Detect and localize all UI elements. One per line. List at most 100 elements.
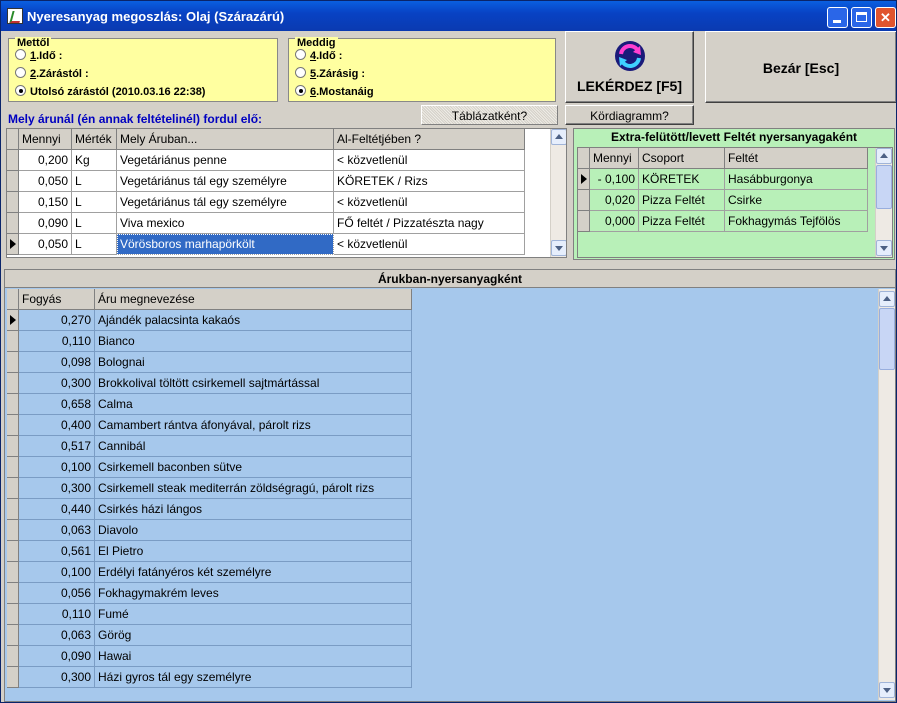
grid-cell[interactable]: 0,561 <box>19 541 95 562</box>
mettol-zarastol-radio[interactable]: 2.Zárástól : <box>15 67 89 80</box>
table-row[interactable]: - 0,100 KÖRETEK Hasábburgonya <box>578 169 868 190</box>
column-header[interactable]: Feltét <box>725 148 868 169</box>
table-row[interactable]: 0,100 Erdélyi fatányéros két személyre <box>7 562 412 583</box>
row-selector[interactable] <box>7 520 19 541</box>
grid-cell[interactable]: Camambert rántva áfonyával, párolt rizs <box>95 415 412 436</box>
table-row[interactable]: 0,200 Kg Vegetáriánus penne < közvetlenül <box>7 150 525 171</box>
grid-cell[interactable]: Görög <box>95 625 412 646</box>
grid-cell[interactable]: Vegetáriánus penne <box>117 150 334 171</box>
extra-grid-scrollbar[interactable] <box>875 148 892 257</box>
meddig-zarasig-radio[interactable]: 5.Zárásig : <box>295 67 365 80</box>
table-row[interactable]: 0,300 Csirkemell steak mediterrán zöldség… <box>7 478 412 499</box>
table-row[interactable]: 0,050 L Vegetáriánus tál egy személyre KÖRE… <box>7 171 525 192</box>
row-selector[interactable] <box>7 310 19 331</box>
grid-cell[interactable]: Hawai <box>95 646 412 667</box>
table-row[interactable]: 0,150 L Vegetáriánus tál egy személyre < kö… <box>7 192 525 213</box>
row-selector[interactable] <box>7 541 19 562</box>
row-selector[interactable] <box>7 415 19 436</box>
mettol-utolso-radio[interactable]: Utolsó zárástól (2010.03.16 22:38) <box>15 85 205 98</box>
table-row[interactable]: 0,440 Csirkés házi lángos <box>7 499 412 520</box>
row-selector[interactable] <box>7 171 19 192</box>
column-header[interactable]: Mennyi <box>19 129 72 150</box>
grid-cell[interactable]: 0,098 <box>19 352 95 373</box>
row-selector[interactable] <box>7 625 19 646</box>
row-selector[interactable] <box>7 373 19 394</box>
bezar-button[interactable]: Bezár [Esc] <box>705 31 896 103</box>
grid-cell[interactable]: L <box>72 234 117 255</box>
table-row[interactable]: 0,658 Calma <box>7 394 412 415</box>
row-selector[interactable] <box>578 190 590 211</box>
row-selector[interactable] <box>7 213 19 234</box>
bottom-grid-scrollbar[interactable] <box>878 289 895 700</box>
table-row[interactable]: 0,100 Csirkemell baconben sütve <box>7 457 412 478</box>
scroll-up-icon[interactable] <box>879 291 895 307</box>
table-row[interactable]: 0,300 Házi gyros tál egy személyre <box>7 667 412 688</box>
row-selector[interactable] <box>7 562 19 583</box>
grid-cell[interactable]: Házi gyros tál egy személyre <box>95 667 412 688</box>
grid-cell[interactable]: Calma <box>95 394 412 415</box>
grid-cell[interactable]: 0,300 <box>19 667 95 688</box>
grid-cell[interactable]: Hasábburgonya <box>725 169 868 190</box>
grid-cell[interactable]: 0,300 <box>19 478 95 499</box>
minimize-button[interactable] <box>827 7 848 28</box>
column-header[interactable]: Fogyás <box>19 289 95 310</box>
table-row[interactable]: 0,300 Brokkolival töltött csirkemell sajt… <box>7 373 412 394</box>
grid-cell[interactable]: 0,063 <box>19 625 95 646</box>
table-row[interactable]: 0,400 Camambert rántva áfonyával, párolt … <box>7 415 412 436</box>
table-row[interactable]: 0,056 Fokhagymakrém leves <box>7 583 412 604</box>
row-selector[interactable] <box>578 169 590 190</box>
row-selector[interactable] <box>7 667 19 688</box>
row-selector[interactable] <box>7 604 19 625</box>
grid-cell[interactable]: 0,658 <box>19 394 95 415</box>
kordiagramm-button[interactable]: Kördiagramm? <box>565 105 694 125</box>
grid-cell[interactable]: Cannibál <box>95 436 412 457</box>
scroll-down-icon[interactable] <box>876 240 892 256</box>
table-row[interactable]: 0,050 L Vörösboros marhapörkölt < közvetlen… <box>7 234 525 255</box>
scroll-down-icon[interactable] <box>551 240 566 256</box>
table-row[interactable]: 0,270 Ajándék palacsinta kakaós <box>7 310 412 331</box>
row-selector[interactable] <box>7 331 19 352</box>
row-selector[interactable] <box>7 150 19 171</box>
grid-cell[interactable]: Bolognai <box>95 352 412 373</box>
column-header[interactable]: Mely Áruban... <box>117 129 334 150</box>
scroll-up-icon[interactable] <box>551 129 566 145</box>
column-header[interactable]: Al-Feltétjében ? <box>334 129 525 150</box>
row-selector[interactable] <box>578 211 590 232</box>
grid-cell[interactable]: Pizza Feltét <box>639 190 725 211</box>
grid-cell[interactable]: 0,440 <box>19 499 95 520</box>
grid-cell[interactable]: Brokkolival töltött csirkemell sajtmártá… <box>95 373 412 394</box>
grid-cell[interactable]: 0,020 <box>590 190 639 211</box>
table-row[interactable]: 0,090 Hawai <box>7 646 412 667</box>
grid-cell[interactable]: Csirkemell baconben sütve <box>95 457 412 478</box>
table-row[interactable]: 0,517 Cannibál <box>7 436 412 457</box>
grid-cell[interactable]: 0,000 <box>590 211 639 232</box>
grid-cell[interactable]: 0,090 <box>19 646 95 667</box>
grid-cell[interactable]: 0,300 <box>19 373 95 394</box>
column-header[interactable]: Áru megnevezése <box>95 289 412 310</box>
row-selector[interactable] <box>7 478 19 499</box>
grid-cell[interactable]: Fumé <box>95 604 412 625</box>
grid-cell[interactable]: - 0,100 <box>590 169 639 190</box>
table-row[interactable]: 0,110 Fumé <box>7 604 412 625</box>
grid-cell[interactable]: 0,050 <box>19 234 72 255</box>
grid-cell[interactable]: KÖRETEK / Rizs <box>334 171 525 192</box>
grid-cell[interactable]: < közvetlenül <box>334 150 525 171</box>
close-button[interactable]: ✕ <box>875 7 896 28</box>
row-selector[interactable] <box>7 436 19 457</box>
grid-cell[interactable]: 0,110 <box>19 604 95 625</box>
table-row[interactable]: 0,063 Görög <box>7 625 412 646</box>
grid-cell[interactable]: Csirkemell steak mediterrán zöldségragú,… <box>95 478 412 499</box>
lekerdez-button[interactable]: LEKÉRDEZ [F5] <box>565 31 694 103</box>
mettol-ido-radio[interactable]: 1.Idő : <box>15 49 62 62</box>
grid-cell[interactable]: 0,270 <box>19 310 95 331</box>
grid-cell[interactable]: 0,110 <box>19 331 95 352</box>
table-row[interactable]: 0,020 Pizza Feltét Csirke <box>578 190 868 211</box>
column-header[interactable]: Csoport <box>639 148 725 169</box>
row-selector[interactable] <box>7 646 19 667</box>
table-row[interactable]: 0,000 Pizza Feltét Fokhagymás Tejfölös <box>578 211 868 232</box>
grid-cell[interactable]: Vegetáriánus tál egy személyre <box>117 171 334 192</box>
grid-cell[interactable]: 0,063 <box>19 520 95 541</box>
row-selector[interactable] <box>7 192 19 213</box>
grid-cell[interactable]: Vegetáriánus tál egy személyre <box>117 192 334 213</box>
top-grid-scrollbar[interactable] <box>550 129 566 257</box>
